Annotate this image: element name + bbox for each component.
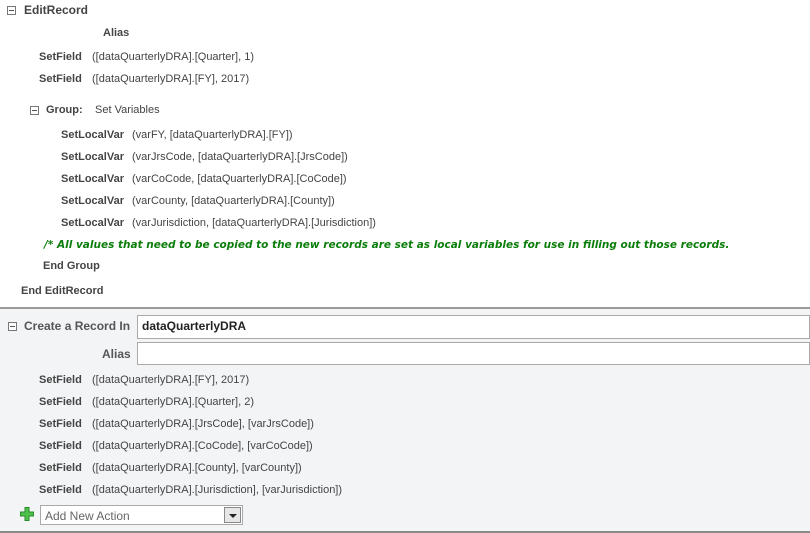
action-args: (varFY, [dataQuarterlyDRA].[FY]) <box>132 129 293 141</box>
add-new-action-dropdown[interactable]: Add New Action <box>40 505 243 525</box>
action-keyword: SetField <box>39 484 82 496</box>
end-edit-record-label: End EditRecord <box>21 285 104 297</box>
create-alias-label: Alias <box>102 347 131 361</box>
action-args: ([dataQuarterlyDRA].[JrsCode], [varJrsCo… <box>92 418 314 430</box>
collapse-create-record-icon[interactable] <box>8 322 17 331</box>
collapse-group-icon[interactable] <box>30 106 39 115</box>
action-args: (varJrsCode, [dataQuarterlyDRA].[JrsCode… <box>132 151 348 163</box>
add-action-plus-icon[interactable] <box>20 507 34 521</box>
action-keyword: SetLocalVar <box>61 195 124 207</box>
action-keyword: SetField <box>39 73 82 85</box>
alias-label: Alias <box>103 27 130 39</box>
dropdown-arrow-icon[interactable] <box>224 507 241 523</box>
action-keyword: SetField <box>39 374 82 386</box>
create-record-title: Create a Record In <box>24 319 131 333</box>
action-args: ([dataQuarterlyDRA].[FY], 2017) <box>92 73 250 85</box>
action-keyword: SetField <box>39 418 82 430</box>
action-keyword: SetField <box>39 462 82 474</box>
table-name-field[interactable]: dataQuarterlyDRA <box>137 315 810 339</box>
action-args: ([dataQuarterlyDRA].[Quarter], 2) <box>92 396 254 408</box>
add-new-action-placeholder: Add New Action <box>45 509 130 523</box>
action-keyword: SetLocalVar <box>61 129 124 141</box>
collapse-edit-record-icon[interactable] <box>7 6 16 15</box>
action-args: ([dataQuarterlyDRA].[County], [varCounty… <box>92 462 302 474</box>
end-group-label: End Group <box>43 260 100 272</box>
group-name: Set Variables <box>95 104 160 116</box>
edit-record-title: EditRecord <box>24 3 89 17</box>
table-name-value: dataQuarterlyDRA <box>142 319 247 333</box>
action-keyword: SetField <box>39 51 82 63</box>
action-args: (varCounty, [dataQuarterlyDRA].[County]) <box>132 195 335 207</box>
action-args: (varCoCode, [dataQuarterlyDRA].[CoCode]) <box>132 173 347 185</box>
action-keyword: SetField <box>39 440 82 452</box>
group-label: Group: <box>46 104 83 116</box>
action-args: ([dataQuarterlyDRA].[FY], 2017) <box>92 374 250 386</box>
alias-field[interactable] <box>137 342 810 365</box>
action-keyword: SetLocalVar <box>61 173 124 185</box>
action-args: ([dataQuarterlyDRA].[CoCode], [varCoCode… <box>92 440 313 452</box>
action-args: ([dataQuarterlyDRA].[Jurisdiction], [var… <box>92 484 343 496</box>
action-keyword: SetField <box>39 396 82 408</box>
action-keyword: SetLocalVar <box>61 151 124 163</box>
comment-text[interactable]: /* All values that need to be copied to … <box>44 239 729 251</box>
action-args: ([dataQuarterlyDRA].[Quarter], 1) <box>92 51 254 63</box>
action-args: (varJurisdiction, [dataQuarterlyDRA].[Ju… <box>132 217 376 229</box>
action-keyword: SetLocalVar <box>61 217 124 229</box>
